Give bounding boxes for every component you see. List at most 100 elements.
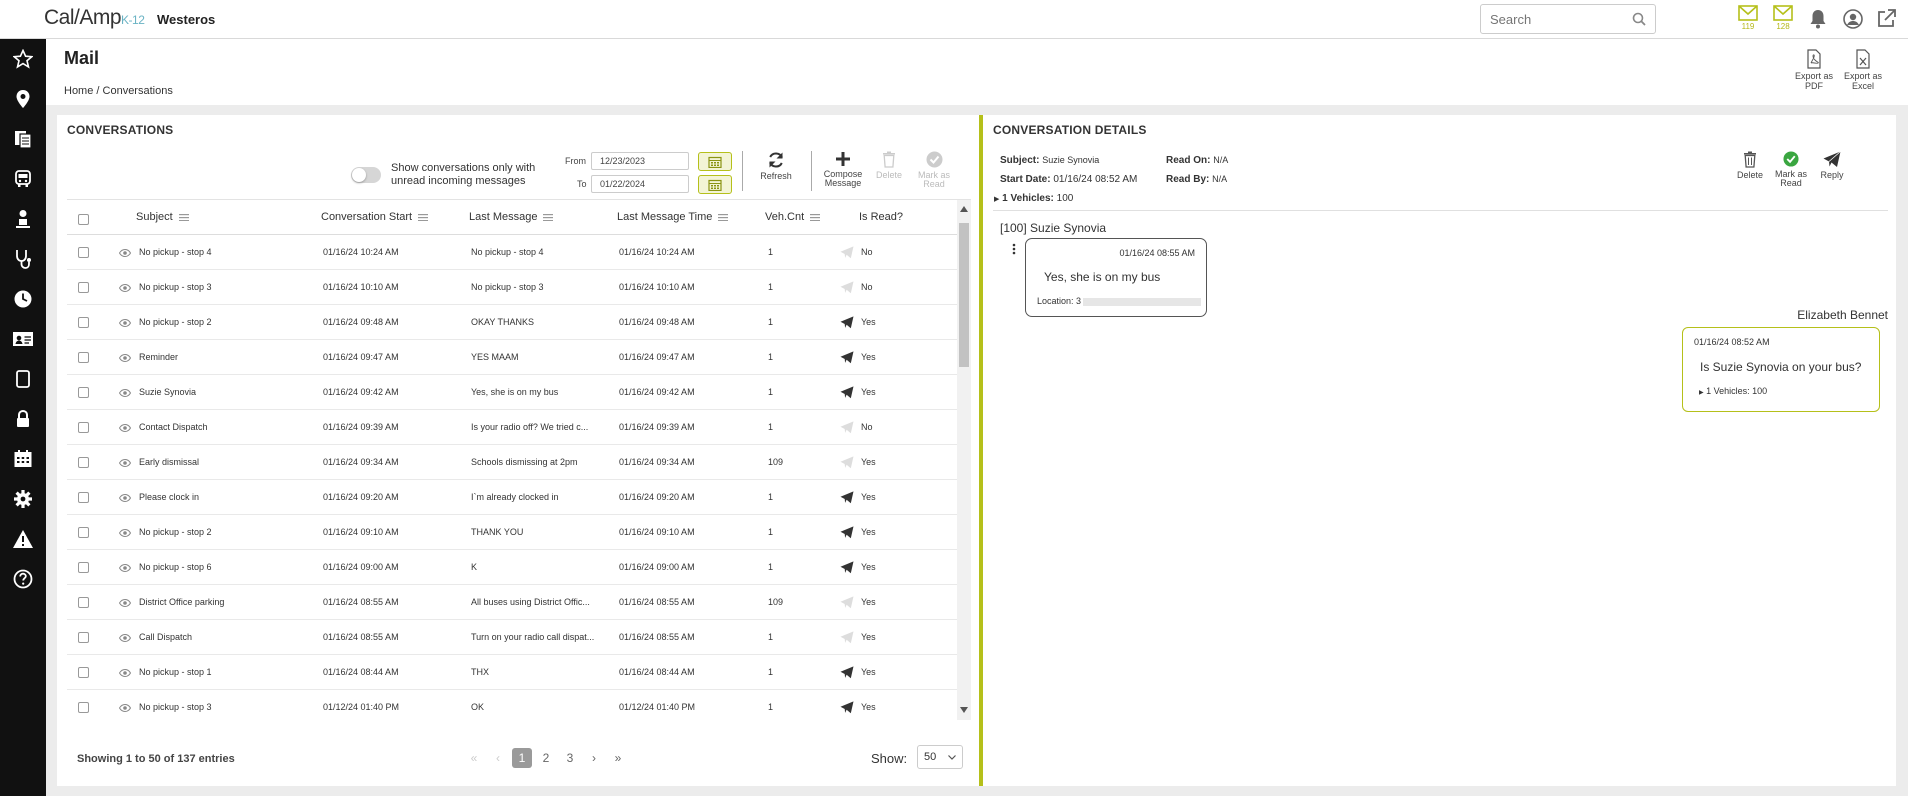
paper-plane-icon[interactable] [840,526,854,541]
row-checkbox[interactable] [78,247,89,258]
eye-icon[interactable] [118,528,132,539]
next-page-button[interactable]: › [584,748,604,768]
detail-delete-button[interactable]: Delete [1728,151,1772,180]
paper-plane-icon[interactable] [840,246,854,261]
search-icon[interactable] [1632,12,1646,26]
prev-page-button[interactable]: ‹ [488,748,508,768]
paper-plane-icon[interactable] [840,421,854,436]
user-account-button[interactable] [1840,9,1866,39]
table-row[interactable]: Call Dispatch 01/16/24 08:55 AM Turn on yo… [67,620,957,655]
mail-inbox-button[interactable]: 119 [1735,5,1761,35]
sidebar-item-favorites[interactable] [11,47,35,71]
refresh-button[interactable]: Refresh [754,151,798,181]
sidebar-item-history[interactable] [11,287,35,311]
column-header-is-read[interactable]: Is Read? [859,211,903,223]
eye-icon[interactable] [118,563,132,574]
table-row[interactable]: No pickup - stop 6 01/16/24 09:00 AM K 01/1… [67,550,957,585]
sidebar-item-contacts[interactable] [11,327,35,351]
paper-plane-icon[interactable] [840,596,854,611]
row-checkbox[interactable] [78,282,89,293]
eye-icon[interactable] [118,353,132,364]
paper-plane-icon[interactable] [840,701,854,716]
message-vehicles-expander[interactable]: ▶ 1 Vehicles: 100 [1699,386,1767,396]
table-row[interactable]: No pickup - stop 2 01/16/24 09:48 AM OKAY … [67,305,957,340]
table-row[interactable]: No pickup - stop 4 01/16/24 10:24 AM No pi… [67,235,957,270]
outgoing-message-bubble[interactable]: 01/16/24 08:52 AM Is Suzie Synovia on yo… [1682,327,1880,412]
column-header-last-message-time[interactable]: Last Message Time [617,211,729,223]
calamp-logo[interactable]: Cal/AmpK-12 [44,6,145,30]
row-checkbox[interactable] [78,597,89,608]
sidebar-item-reports[interactable] [11,127,35,151]
from-date-input[interactable]: 12/23/2023 [591,152,689,170]
row-checkbox[interactable] [78,457,89,468]
eye-icon[interactable] [118,248,132,259]
table-row[interactable]: No pickup - stop 3 01/16/24 10:10 AM No pi… [67,270,957,305]
paper-plane-icon[interactable] [840,631,854,646]
table-row[interactable]: No pickup - stop 3 01/12/24 01:40 PM OK 01… [67,690,957,720]
table-row[interactable]: No pickup - stop 1 01/16/24 08:44 AM THX 0… [67,655,957,690]
search-input[interactable] [1481,5,1621,33]
notifications-button[interactable] [1805,9,1831,39]
select-all-checkbox[interactable] [78,214,89,225]
search-box[interactable] [1480,4,1656,34]
row-checkbox[interactable] [78,527,89,538]
eye-icon[interactable] [118,423,132,434]
sidebar-item-students[interactable] [11,207,35,231]
page-button[interactable]: 1 [512,748,532,768]
paper-plane-icon[interactable] [840,386,854,401]
paper-plane-icon[interactable] [840,351,854,366]
column-header-last-message[interactable]: Last Message [469,211,554,223]
compose-message-button[interactable]: Compose Message [821,151,865,188]
eye-icon[interactable] [118,703,132,714]
last-page-button[interactable]: » [608,748,628,768]
row-checkbox[interactable] [78,317,89,328]
eye-icon[interactable] [118,598,132,609]
sidebar-item-tablet[interactable] [11,367,35,391]
eye-icon[interactable] [118,668,132,679]
external-link-button[interactable] [1873,9,1899,39]
sidebar-item-settings[interactable] [11,487,35,511]
page-button[interactable]: 2 [536,748,556,768]
eye-icon[interactable] [118,388,132,399]
table-row[interactable]: Early dismissal 01/16/24 09:34 AM Schools … [67,445,957,480]
incoming-message-bubble[interactable]: 01/16/24 08:55 AM Yes, she is on my bus … [1025,238,1207,317]
row-checkbox[interactable] [78,632,89,643]
column-header-subject[interactable]: Subject [136,211,189,223]
eye-icon[interactable] [118,633,132,644]
first-page-button[interactable]: « [464,748,484,768]
sidebar-item-map[interactable] [11,87,35,111]
mark-as-read-button[interactable]: Mark as Read [912,151,956,189]
row-checkbox[interactable] [78,352,89,363]
table-row[interactable]: Suzie Synovia 01/16/24 09:42 AM Yes, she … [67,375,957,410]
paper-plane-icon[interactable] [840,561,854,576]
table-row[interactable]: Please clock in 01/16/24 09:20 AM I`m alr… [67,480,957,515]
row-checkbox[interactable] [78,702,89,713]
row-checkbox[interactable] [78,422,89,433]
table-row[interactable]: Reminder 01/16/24 09:47 AM YES MAAM 01/16/… [67,340,957,375]
to-date-input[interactable]: 01/22/2024 [591,175,689,193]
to-calendar-button[interactable] [698,175,732,194]
export-excel-button[interactable]: Export as Excel [1840,49,1886,91]
page-button[interactable]: 3 [560,748,580,768]
table-scrollbar[interactable] [957,200,971,720]
eye-icon[interactable] [118,493,132,504]
sidebar-item-health[interactable] [11,247,35,271]
from-calendar-button[interactable] [698,152,732,171]
eye-icon[interactable] [118,318,132,329]
sidebar-item-bus[interactable] [11,167,35,191]
row-checkbox[interactable] [78,492,89,503]
table-row[interactable]: Contact Dispatch 01/16/24 09:39 AM Is your… [67,410,957,445]
column-header-veh-cnt[interactable]: Veh.Cnt [765,211,821,223]
eye-icon[interactable] [118,283,132,294]
reply-button[interactable]: Reply [1810,151,1854,180]
delete-button[interactable]: Delete [867,151,911,180]
column-header-conversation-start[interactable]: Conversation Start [321,211,429,223]
mail-outbox-button[interactable]: 128 [1770,5,1796,35]
export-pdf-button[interactable]: Export as PDF [1791,49,1837,91]
paper-plane-icon[interactable] [840,281,854,296]
table-row[interactable]: District Office parking 01/16/24 08:55 AM… [67,585,957,620]
paper-plane-icon[interactable] [840,491,854,506]
scroll-down-icon[interactable] [960,707,968,713]
table-row[interactable]: No pickup - stop 2 01/16/24 09:10 AM THANK… [67,515,957,550]
paper-plane-icon[interactable] [840,316,854,331]
